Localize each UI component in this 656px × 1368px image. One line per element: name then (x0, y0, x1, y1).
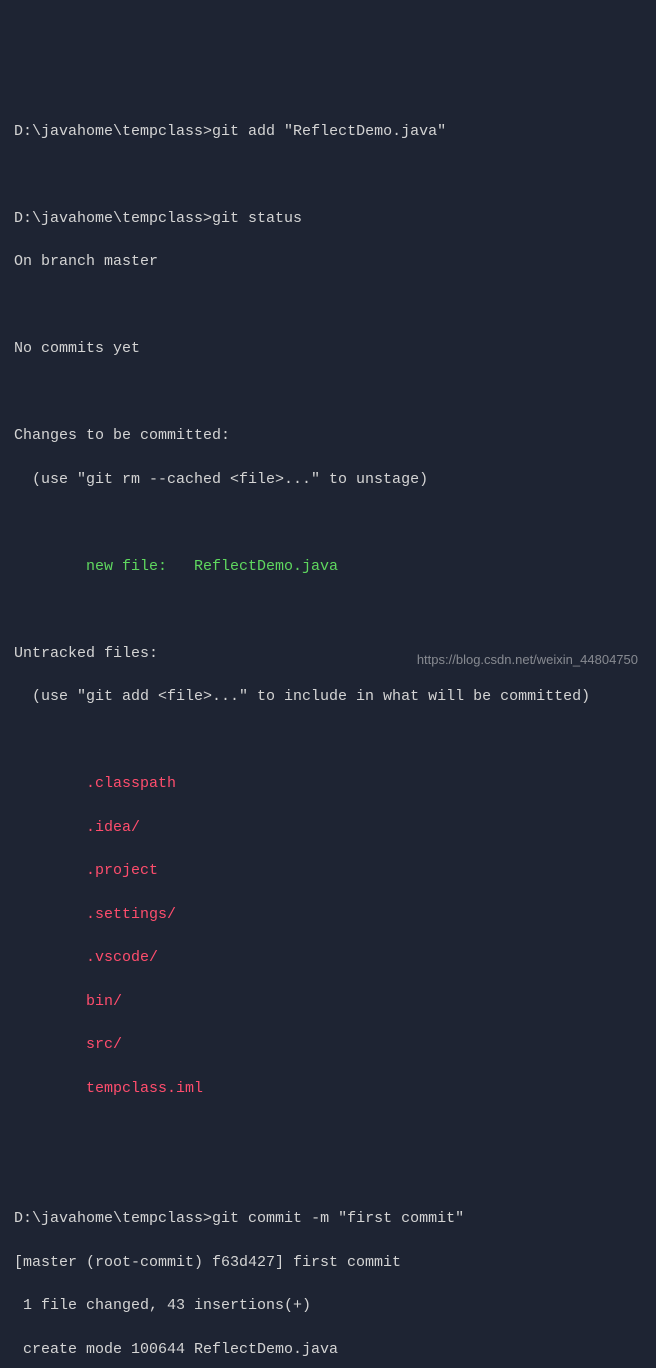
untracked-hint: (use "git add <file>..." to include in w… (14, 686, 642, 708)
staged-label: new file: (14, 558, 194, 575)
untracked-file: .vscode/ (14, 947, 642, 969)
commit-output-1: [master (root-commit) f63d427] first com… (14, 1252, 642, 1274)
untracked-file: src/ (14, 1034, 642, 1056)
staged-file: ReflectDemo.java (194, 558, 338, 575)
cmd-commit: git commit -m "first commit" (212, 1210, 464, 1227)
blank-line (14, 295, 642, 317)
blank-line (14, 382, 642, 404)
changes-header: Changes to be committed: (14, 425, 642, 447)
staged-line: new file: ReflectDemo.java (14, 556, 642, 578)
branch-line: On branch master (14, 251, 642, 273)
cmd-add: git add "ReflectDemo.java" (212, 123, 446, 140)
prompt: D:\javahome\tempclass> (14, 1210, 212, 1227)
untracked-file: .idea/ (14, 817, 642, 839)
untracked-file: .project (14, 860, 642, 882)
blank-line (14, 730, 642, 752)
watermark: https://blog.csdn.net/weixin_44804750 (417, 651, 638, 670)
terminal-output: D:\javahome\tempclass>git add "ReflectDe… (14, 99, 642, 1368)
blank-line (14, 599, 642, 621)
changes-hint: (use "git rm --cached <file>..." to unst… (14, 469, 642, 491)
untracked-file: .classpath (14, 773, 642, 795)
untracked-file: tempclass.iml (14, 1078, 642, 1100)
untracked-file: .settings/ (14, 904, 642, 926)
cmd-line-status: D:\javahome\tempclass>git status (14, 208, 642, 230)
blank-line (14, 512, 642, 534)
prompt: D:\javahome\tempclass> (14, 123, 212, 140)
commit-output-3: create mode 100644 ReflectDemo.java (14, 1339, 642, 1361)
blank-line (14, 164, 642, 186)
cmd-line-add: D:\javahome\tempclass>git add "ReflectDe… (14, 121, 642, 143)
prompt: D:\javahome\tempclass> (14, 210, 212, 227)
untracked-file: bin/ (14, 991, 642, 1013)
cmd-status: git status (212, 210, 302, 227)
blank-line (14, 1165, 642, 1187)
no-commits-line: No commits yet (14, 338, 642, 360)
cmd-line-commit: D:\javahome\tempclass>git commit -m "fir… (14, 1208, 642, 1230)
blank-line (14, 1121, 642, 1143)
commit-output-2: 1 file changed, 43 insertions(+) (14, 1295, 642, 1317)
